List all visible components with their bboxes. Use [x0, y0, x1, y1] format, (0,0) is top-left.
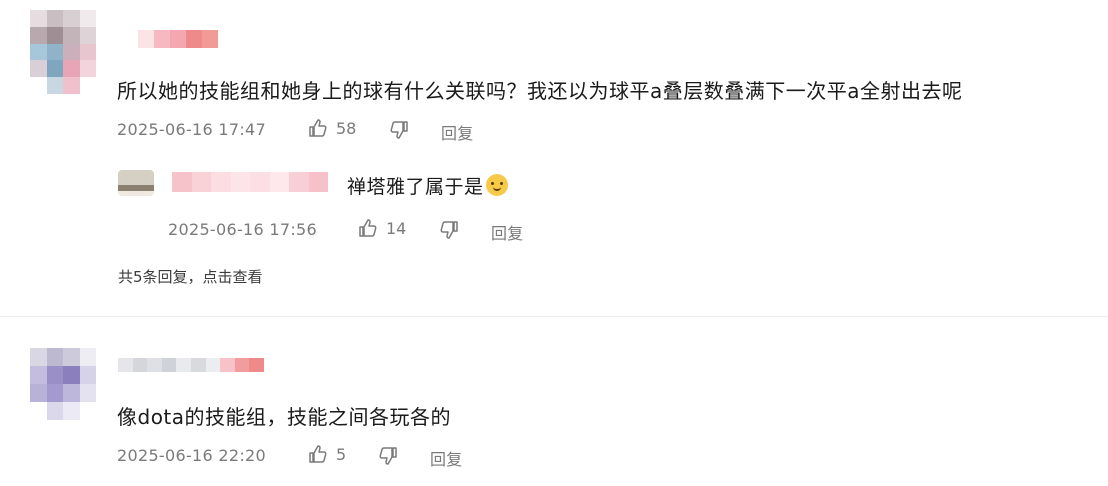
- avatar[interactable]: [30, 348, 96, 420]
- reply-like-button[interactable]: 14: [358, 218, 406, 238]
- timestamp: 2025-06-16 22:20: [117, 446, 266, 465]
- timestamp: 2025-06-16 17:47: [117, 120, 266, 139]
- comment-text: 所以她的技能组和她身上的球有什么关联吗？我还以为球平a叠层数叠满下一次平a全射出…: [117, 79, 963, 103]
- reply-like-count: 14: [386, 218, 407, 238]
- reply-button[interactable]: 回复: [441, 120, 474, 144]
- username[interactable]: [138, 30, 218, 48]
- like-button[interactable]: 5: [308, 444, 346, 464]
- reply-button[interactable]: 回复: [430, 446, 463, 470]
- like-button[interactable]: 58: [308, 118, 356, 138]
- view-more-replies-link[interactable]: 共5条回复，点击查看: [118, 266, 263, 287]
- thumbs-up-icon: [308, 118, 328, 138]
- reply-timestamp: 2025-06-16 17:56: [168, 220, 317, 239]
- dislike-button[interactable]: [378, 446, 398, 466]
- reply-text-content: 禅塔雅了属于是: [347, 176, 484, 198]
- reply-dislike-button[interactable]: [439, 220, 459, 240]
- thumbs-up-icon: [308, 444, 328, 464]
- thumbs-up-icon: [358, 218, 378, 238]
- dislike-button[interactable]: [389, 120, 409, 140]
- thumbs-down-icon: [378, 446, 398, 466]
- thumbs-down-icon: [439, 220, 459, 240]
- like-count: 5: [336, 444, 347, 464]
- reply-username[interactable]: [172, 172, 328, 192]
- reply-reply-button[interactable]: 回复: [491, 220, 524, 244]
- reply-avatar[interactable]: [118, 170, 154, 196]
- avatar[interactable]: [30, 10, 96, 94]
- comment-text: 像dota的技能组，技能之间各玩各的: [117, 405, 452, 429]
- smiling-cat-emoji-icon: [485, 174, 508, 196]
- username[interactable]: [118, 358, 264, 372]
- thumbs-down-icon: [389, 120, 409, 140]
- like-count: 58: [336, 118, 357, 138]
- comment-divider: [0, 316, 1108, 317]
- reply-text: 禅塔雅了属于是: [347, 172, 508, 199]
